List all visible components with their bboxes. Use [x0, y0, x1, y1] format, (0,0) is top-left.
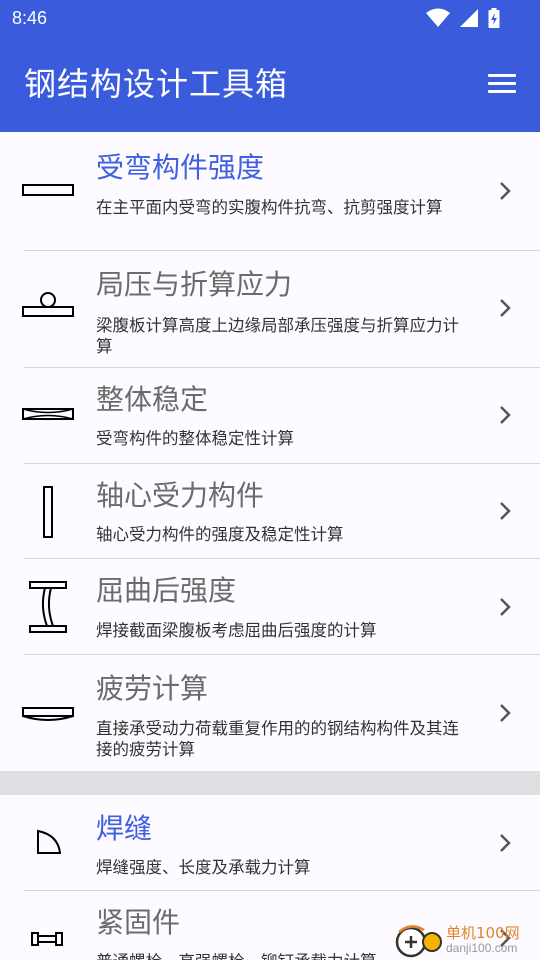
status-icons	[422, 8, 500, 28]
list-item-overall-stability[interactable]: 整体稳定 受弯构件的整体稳定性计算	[0, 368, 540, 463]
chevron-right-icon	[500, 406, 511, 424]
signal-icon	[459, 9, 478, 27]
watermark-logo-icon	[395, 925, 442, 958]
chevron-right-icon	[500, 598, 511, 616]
menu-list: 受弯构件强度 在主平面内受弯的实腹构件抗弯、抗剪强度计算 局压与折算应力 梁腹板…	[0, 132, 540, 960]
local-pressure-icon	[20, 281, 76, 337]
chevron-right-icon	[500, 182, 511, 200]
item-title: 整体稳定	[96, 383, 209, 416]
flat-beam-icon	[20, 162, 76, 218]
curved-beam-icon	[20, 684, 76, 740]
item-desc: 梁腹板计算高度上边缘局部承压强度与折算应力计算	[96, 316, 459, 356]
menu-icon[interactable]	[488, 72, 518, 94]
buckled-i-beam-icon	[20, 579, 76, 635]
item-title: 疲劳计算	[96, 672, 209, 705]
weld-icon	[20, 817, 76, 873]
watermark-url: danji100.com	[446, 941, 518, 955]
battery-icon	[488, 8, 500, 28]
item-desc: 直接承受动力荷载重复作用的的钢结构构件及其连接的疲劳计算	[96, 719, 459, 759]
list-item-bending-strength[interactable]: 受弯构件强度 在主平面内受弯的实腹构件抗弯、抗剪强度计算	[0, 132, 540, 250]
item-title: 紧固件	[96, 906, 181, 939]
item-title: 局压与折算应力	[96, 268, 293, 301]
status-bar: 8:46	[0, 0, 540, 36]
watermark: 单机100网 danji100.com	[388, 920, 538, 960]
list-item-axial-member[interactable]: 轴心受力构件 轴心受力构件的强度及稳定性计算	[0, 464, 540, 558]
status-time: 8:46	[12, 8, 48, 28]
item-desc: 焊缝强度、长度及承载力计算	[96, 858, 311, 877]
list-item-weld[interactable]: 焊缝 焊缝强度、长度及承载力计算	[0, 795, 540, 890]
item-desc: 受弯构件的整体稳定性计算	[96, 429, 294, 448]
app-bar: 钢结构设计工具箱	[0, 36, 540, 132]
item-desc: 在主平面内受弯的实腹构件抗弯、抗剪强度计算	[96, 198, 443, 217]
chevron-right-icon	[500, 834, 511, 852]
wifi-icon	[425, 8, 450, 27]
item-title: 焊缝	[96, 812, 153, 845]
item-title: 屈曲后强度	[96, 574, 237, 607]
vertical-member-icon	[20, 484, 76, 540]
list-item-fatigue[interactable]: 疲劳计算 直接承受动力荷载重复作用的的钢结构构件及其连接的疲劳计算	[0, 655, 540, 771]
chevron-right-icon	[500, 502, 511, 520]
item-desc: 焊接截面梁腹板考虑屈曲后强度的计算	[96, 621, 377, 640]
buckled-beam-icon	[20, 386, 76, 442]
chevron-right-icon	[500, 299, 511, 317]
bolt-icon	[20, 911, 76, 960]
item-title: 受弯构件强度	[96, 151, 265, 184]
app-title: 钢结构设计工具箱	[24, 65, 289, 103]
chevron-right-icon	[500, 704, 511, 722]
section-separator	[0, 771, 540, 795]
list-item-local-pressure[interactable]: 局压与折算应力 梁腹板计算高度上边缘局部承压强度与折算应力计算	[0, 251, 540, 367]
item-title: 轴心受力构件	[96, 479, 265, 512]
list-item-post-buckling[interactable]: 屈曲后强度 焊接截面梁腹板考虑屈曲后强度的计算	[0, 559, 540, 654]
item-desc: 轴心受力构件的强度及稳定性计算	[96, 525, 344, 544]
watermark-text: 单机100网	[446, 924, 520, 942]
